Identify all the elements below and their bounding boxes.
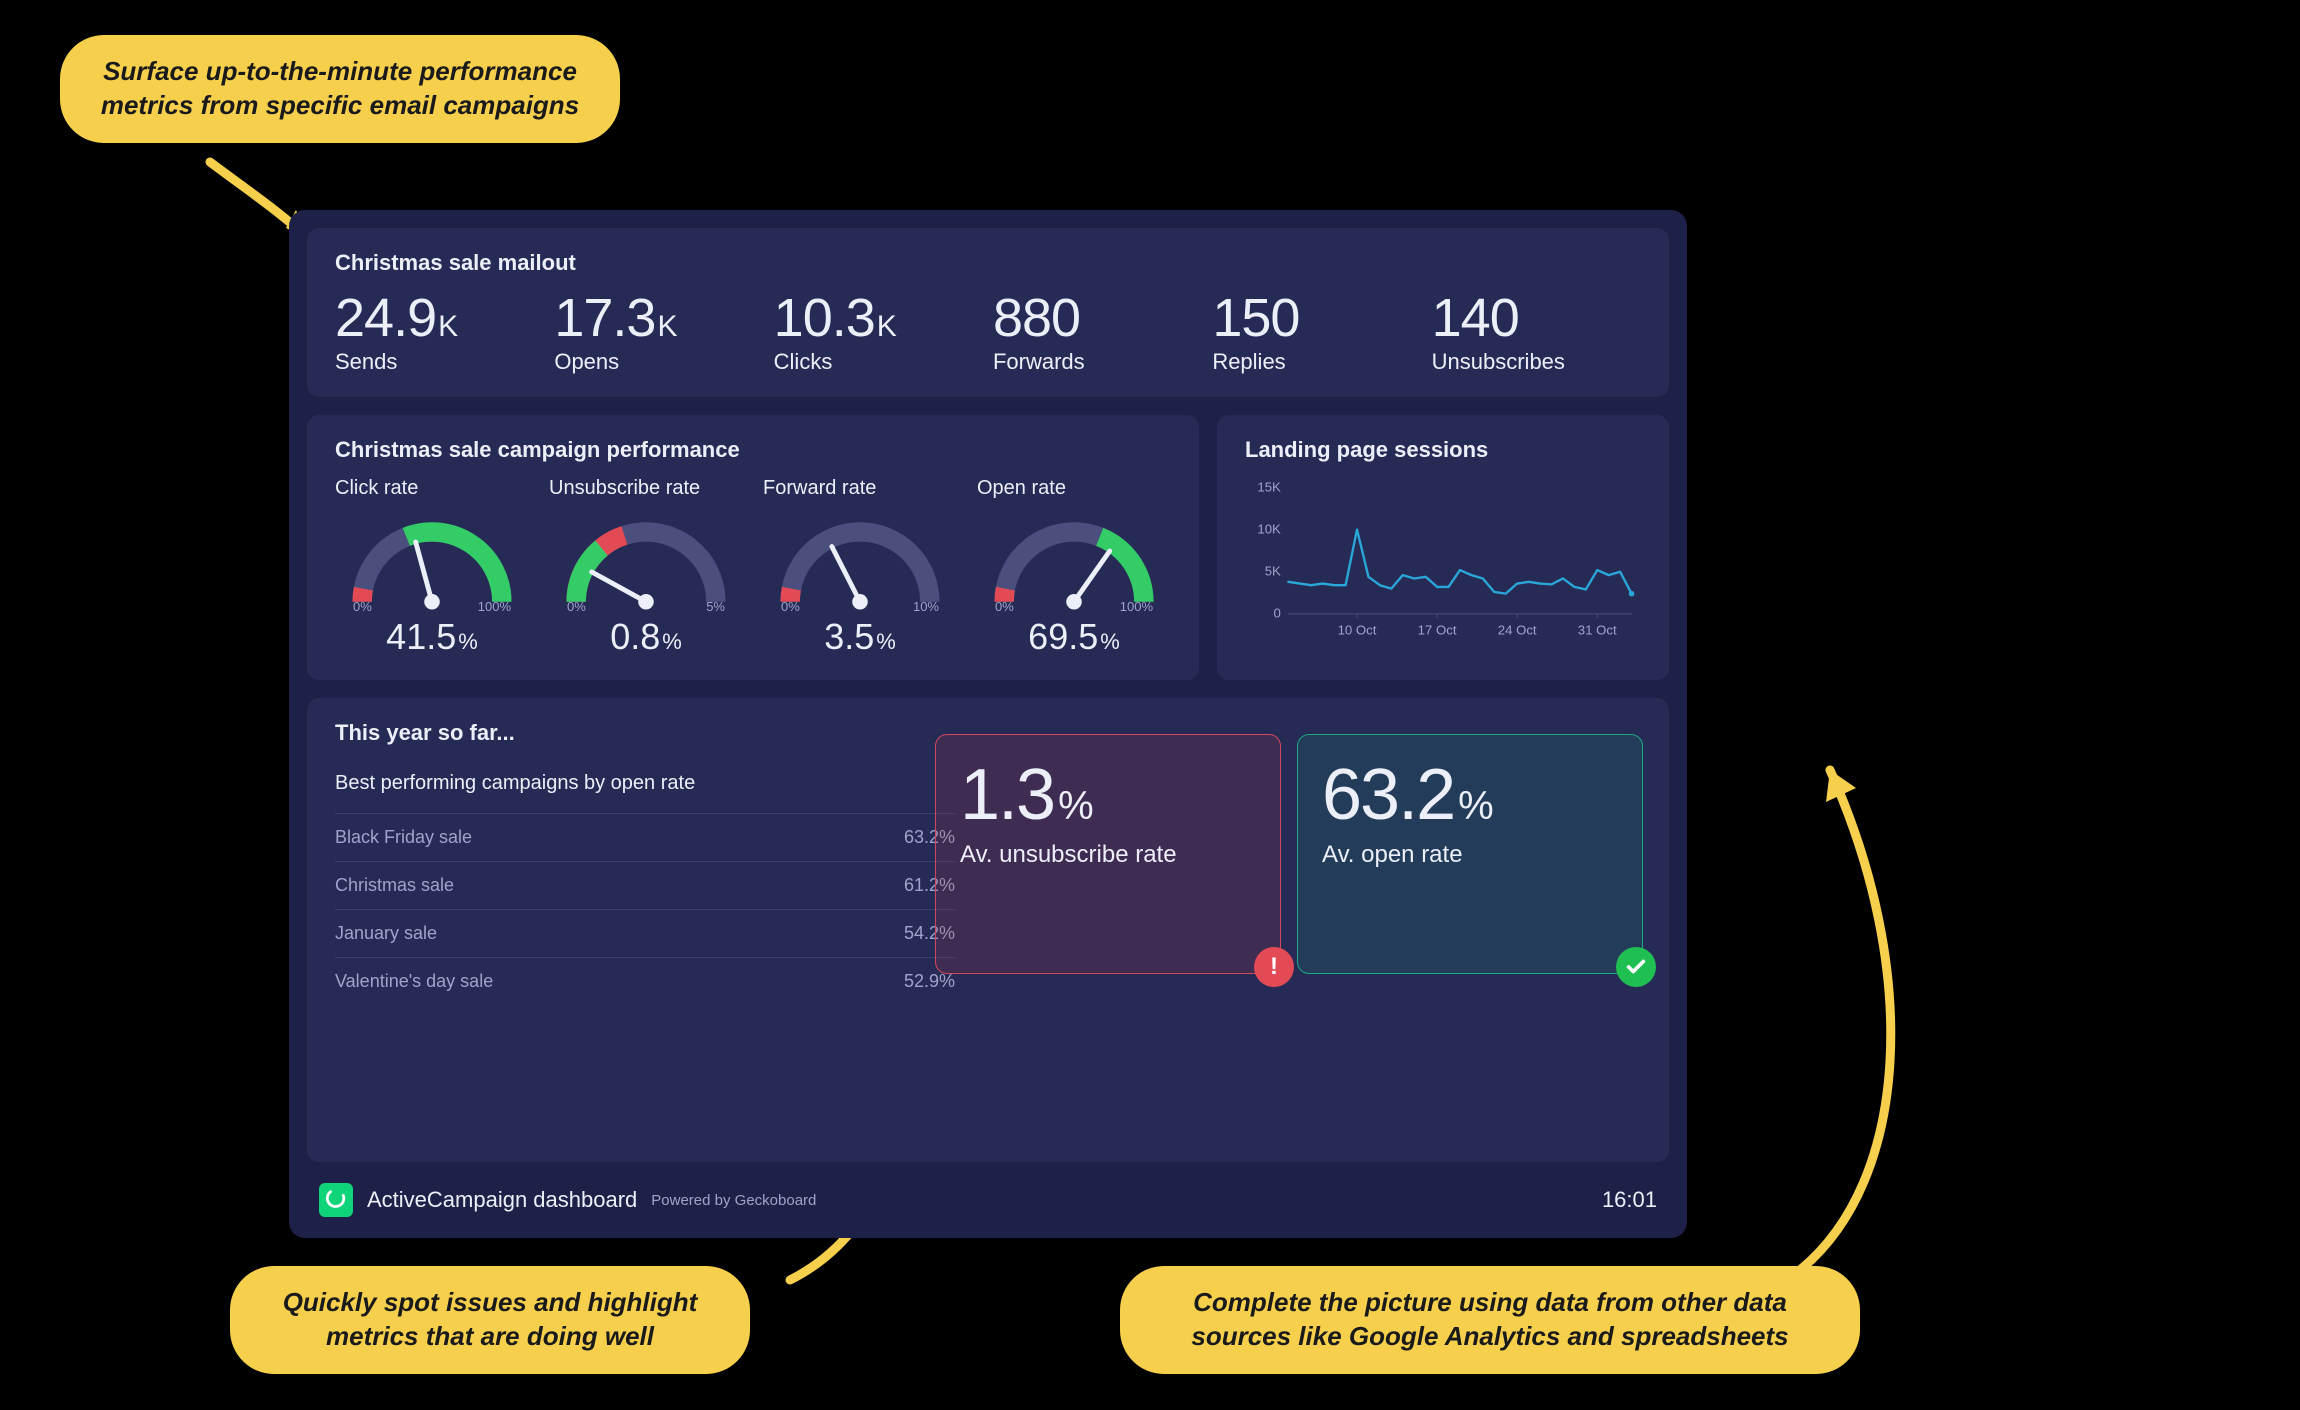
gauge-forward-rate: Forward rate 0%10% 3.5%: [763, 477, 957, 658]
svg-text:24 Oct: 24 Oct: [1498, 622, 1537, 637]
dashboard-footer: ActiveCampaign dashboard Powered by Geck…: [307, 1180, 1669, 1220]
open-label: Av. open rate: [1322, 841, 1618, 869]
mailout-card: Christmas sale mailout 24.9K Sends17.3K …: [307, 228, 1669, 397]
footer-powered: Powered by Geckoboard: [651, 1192, 816, 1209]
svg-text:10 Oct: 10 Oct: [1338, 622, 1377, 637]
gauges-card: Christmas sale campaign performance Clic…: [307, 415, 1199, 680]
gauge-click-rate: Click rate 0%100% 41.5%: [335, 477, 529, 658]
gauges-title: Christmas sale campaign performance: [335, 437, 1171, 463]
stat-sends: 24.9K Sends: [335, 290, 544, 375]
gauge-open-rate: Open rate 0%100% 69.5%: [977, 477, 1171, 658]
check-icon: [1616, 947, 1656, 987]
unsubscribe-rate-card: 1.3% Av. unsubscribe rate !: [935, 734, 1281, 974]
footer-title: ActiveCampaign dashboard: [367, 1187, 637, 1213]
sessions-card: Landing page sessions 15K 10K 5K 0 10 Oct 17…: [1217, 415, 1669, 680]
gauge-unsubscribe-rate: Unsubscribe rate 0%5% 0.8%: [549, 477, 743, 658]
activecampaign-logo-icon: [319, 1183, 353, 1217]
stat-opens: 17.3K Opens: [554, 290, 763, 375]
table-row: Black Friday sale63.2%: [335, 813, 955, 861]
stat-clicks: 10.3K Clicks: [774, 290, 983, 375]
sessions-line-chart: 15K 10K 5K 0 10 Oct 17 Oct 24 Oct 31 Oct: [1245, 477, 1641, 647]
stat-forwards: 880 Forwards: [993, 290, 1202, 375]
callout-top: Surface up-to-the-minute performance met…: [60, 35, 620, 143]
arrow-icon: [1720, 740, 1940, 1280]
table-row: Christmas sale61.2%: [335, 861, 955, 909]
callout-bottom-left: Quickly spot issues and highlight metric…: [230, 1266, 750, 1374]
svg-text:17 Oct: 17 Oct: [1418, 622, 1457, 637]
year-card: This year so far... Best performing camp…: [307, 698, 1669, 1162]
open-value: 63.2: [1322, 755, 1454, 835]
unsub-value: 1.3: [960, 755, 1054, 835]
table-row: January sale54.2%: [335, 909, 955, 957]
svg-text:15K: 15K: [1257, 479, 1281, 494]
callout-bottom-right: Complete the picture using data from oth…: [1120, 1266, 1860, 1374]
sessions-title: Landing page sessions: [1245, 437, 1641, 463]
dashboard-panel: Christmas sale mailout 24.9K Sends17.3K …: [289, 210, 1687, 1238]
unsub-label: Av. unsubscribe rate: [960, 841, 1256, 869]
svg-text:5K: 5K: [1265, 563, 1281, 578]
svg-text:0: 0: [1273, 605, 1280, 620]
footer-time: 16:01: [1602, 1187, 1657, 1213]
svg-text:31 Oct: 31 Oct: [1578, 622, 1617, 637]
mailout-title: Christmas sale mailout: [335, 250, 1641, 276]
table-row: Valentine's day sale52.9%: [335, 957, 955, 1005]
svg-text:10K: 10K: [1257, 521, 1281, 536]
alert-icon: !: [1254, 947, 1294, 987]
open-rate-card: 63.2% Av. open rate: [1297, 734, 1643, 974]
stat-unsubscribes: 140 Unsubscribes: [1432, 290, 1641, 375]
stat-replies: 150 Replies: [1212, 290, 1421, 375]
